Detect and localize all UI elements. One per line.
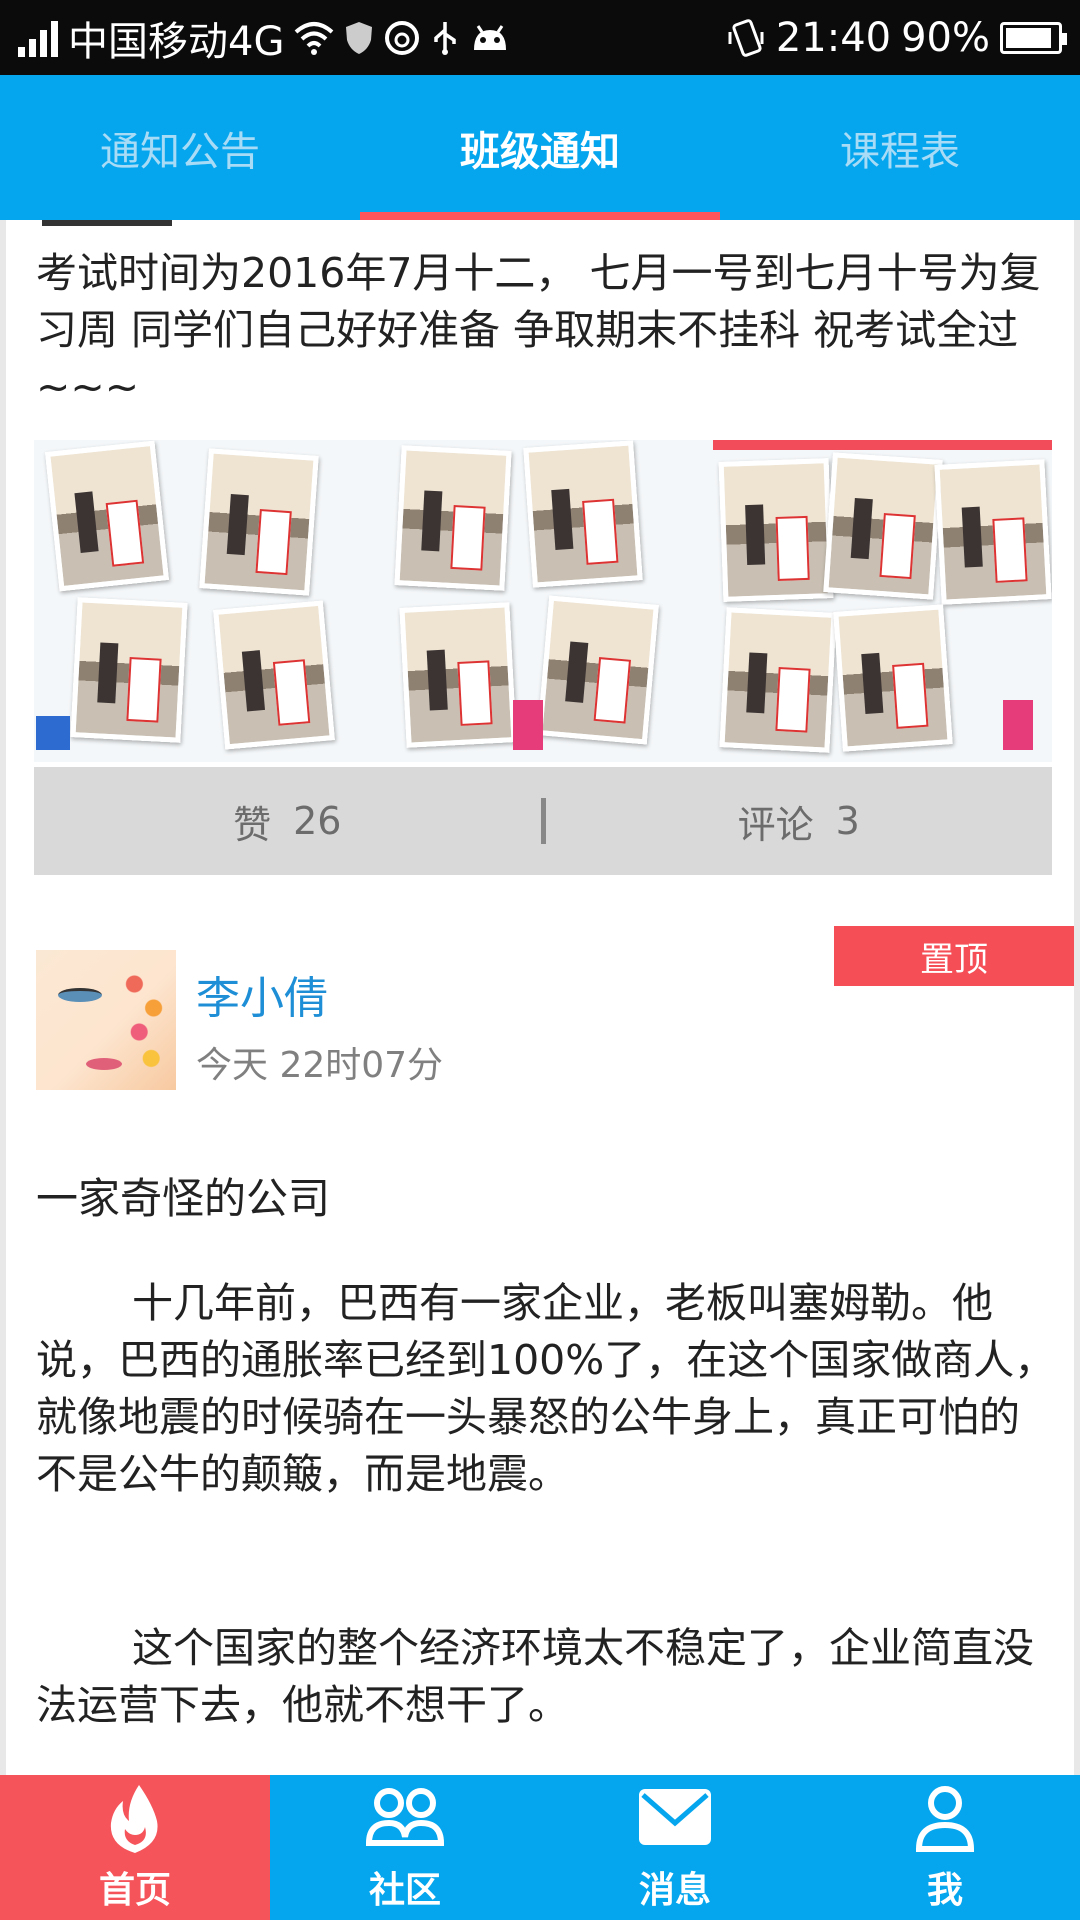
post-photo[interactable] [712, 440, 1052, 762]
nav-me[interactable]: 我 [810, 1775, 1080, 1920]
battery-fill [1006, 27, 1051, 48]
feed[interactable]: 考试时间为2016年7月十二， 七月一号到七月十号为复习周 同学们自己好好准备 … [0, 220, 1080, 1775]
post-body: 考试时间为2016年7月十二， 七月一号到七月十号为复习周 同学们自己好好准备 … [36, 249, 1041, 411]
status-right: 21:40 90% [726, 14, 1067, 61]
pinned-badge: 置顶 [834, 926, 1074, 986]
like-label: 赞 [233, 802, 272, 847]
photo-strip [34, 440, 1052, 762]
status-left: 中国移动4G [18, 9, 510, 67]
nav-home-label: 首页 [98, 1869, 171, 1911]
battery-icon [1000, 21, 1067, 54]
clock: 21:40 [775, 14, 892, 61]
nav-community[interactable]: 社区 [270, 1775, 540, 1920]
top-tabs: 通知公告 班级通知 课程表 [0, 75, 1080, 220]
post-paragraph: 十几年前，巴西有一家企业，老板叫塞姆勒。他说，巴西的通胀率已经到100%了，在这… [36, 1279, 1056, 1498]
shield-icon [346, 21, 373, 54]
battery-percent: 90% [901, 14, 990, 61]
vibrate-icon [728, 18, 764, 57]
bottom-nav: 首页 社区 消息 我 [0, 1775, 1080, 1920]
nav-community-label: 社区 [368, 1869, 441, 1911]
like-button[interactable]: 赞 26 [34, 794, 541, 849]
status-bar: 中国移动4G 21:40 90% [0, 0, 1080, 75]
comment-button[interactable]: 评论 3 [546, 794, 1053, 849]
tab-notices[interactable]: 通知公告 [0, 75, 360, 220]
person-icon [915, 1785, 975, 1852]
community-icon [365, 1787, 445, 1846]
post-card[interactable]: 置顶 李小倩 今天 22时07分 一家奇怪的公司 十几年前，巴西有一家企业，老板… [6, 920, 1074, 1775]
tab-class-notices[interactable]: 班级通知 [360, 75, 720, 220]
mail-icon [639, 1788, 711, 1845]
post-title: 一家奇怪的公司 [36, 1174, 331, 1223]
comment-label: 评论 [737, 802, 814, 847]
carrier-label: 中国移动4G [68, 18, 285, 65]
author-name[interactable]: 李小倩 [196, 962, 328, 1026]
tab-schedule[interactable]: 课程表 [720, 75, 1080, 220]
nav-messages[interactable]: 消息 [540, 1775, 810, 1920]
post-actions: 赞 26 评论 3 [34, 767, 1052, 875]
wifi-icon [295, 21, 334, 55]
like-count: 26 [293, 799, 342, 843]
post-time: 今天 22时07分 [196, 1045, 444, 1086]
usb-icon [434, 21, 457, 55]
nav-messages-label: 消息 [638, 1869, 711, 1911]
nav-home[interactable]: 首页 [0, 1775, 270, 1920]
post-photo[interactable] [34, 440, 374, 762]
comment-count: 3 [835, 799, 860, 843]
netease-icon [385, 20, 420, 55]
flame-icon [110, 1784, 158, 1853]
avatar[interactable] [36, 950, 176, 1090]
post-paragraph: 这个国家的整个经济环境太不稳定了，企业简直没法运营下去，他就不想干了。 [36, 1624, 1034, 1729]
scrolled-header-edge [42, 220, 172, 226]
signal-icon [18, 19, 58, 57]
post-photo[interactable] [373, 440, 713, 762]
android-icon [474, 24, 507, 50]
nav-me-label: 我 [926, 1869, 963, 1911]
